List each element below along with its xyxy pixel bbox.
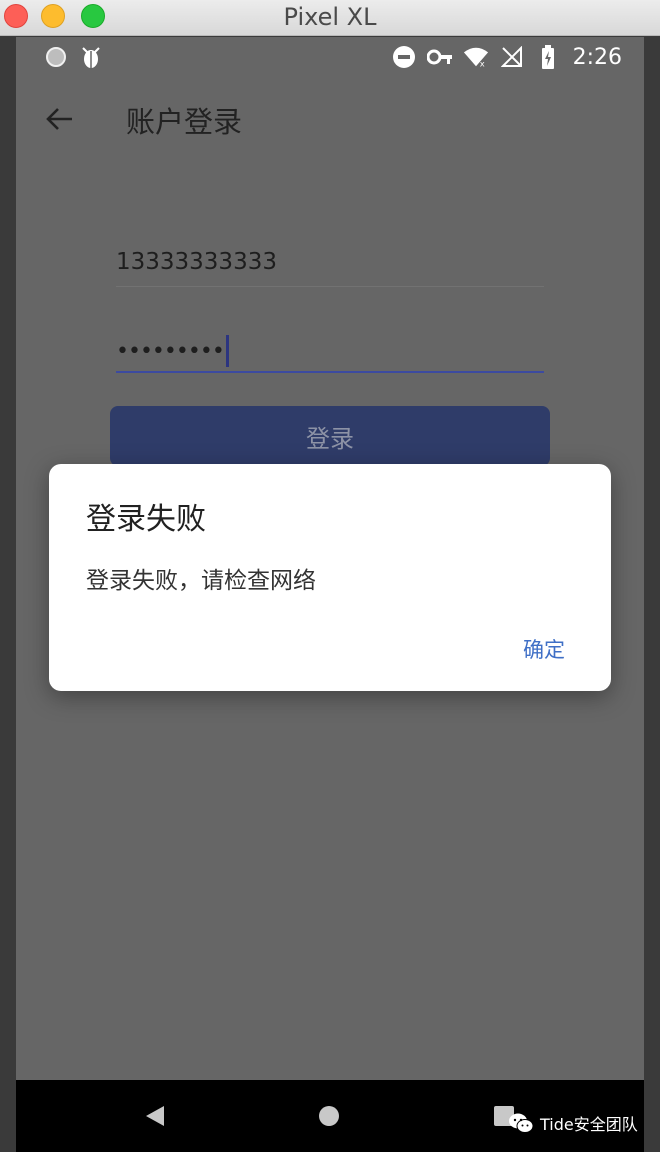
vpn-key-icon [426,44,453,70]
page-title: 账户登录 [126,105,243,139]
window-titlebar: Pixel XL [0,0,660,36]
phone-number-input[interactable]: 13333333333 [116,243,544,287]
arrow-left-icon [46,108,72,130]
no-signal-icon [499,44,525,70]
watermark-text: Tide安全团队 [540,1115,638,1134]
phone-screen: x 2:26 账户登录 13333333333 ••••••••• 登录 登录失… [16,37,644,1152]
battery-charging-icon [535,44,561,70]
watermark: Tide安全团队 [508,1110,638,1136]
wifi-icon: x [463,44,489,70]
nav-home-icon[interactable] [319,1106,339,1126]
do-not-disturb-icon [391,44,417,70]
password-value: ••••••••• [116,338,225,364]
status-icons: x 2:26 [391,43,622,71]
status-time: 2:26 [572,44,622,70]
wechat-icon [509,1113,534,1133]
text-caret [225,335,229,367]
bug-icon [82,47,100,68]
dialog-title: 登录失败 [86,502,206,537]
svg-text:x: x [479,58,484,68]
app-bar: 账户登录 [16,87,644,151]
nav-back-icon[interactable] [144,1104,166,1128]
record-indicator-icon [46,47,66,67]
login-button[interactable]: 登录 [110,406,550,466]
window-title: Pixel XL [283,3,377,31]
back-button[interactable] [40,99,80,139]
status-bar: x 2:26 [16,37,644,77]
error-dialog: 登录失败 登录失败，请检查网络 确定 [49,464,611,691]
dialog-ok-button[interactable]: 确定 [523,634,565,664]
dialog-message: 登录失败，请检查网络 [86,568,316,594]
password-input[interactable]: ••••••••• [116,327,544,373]
